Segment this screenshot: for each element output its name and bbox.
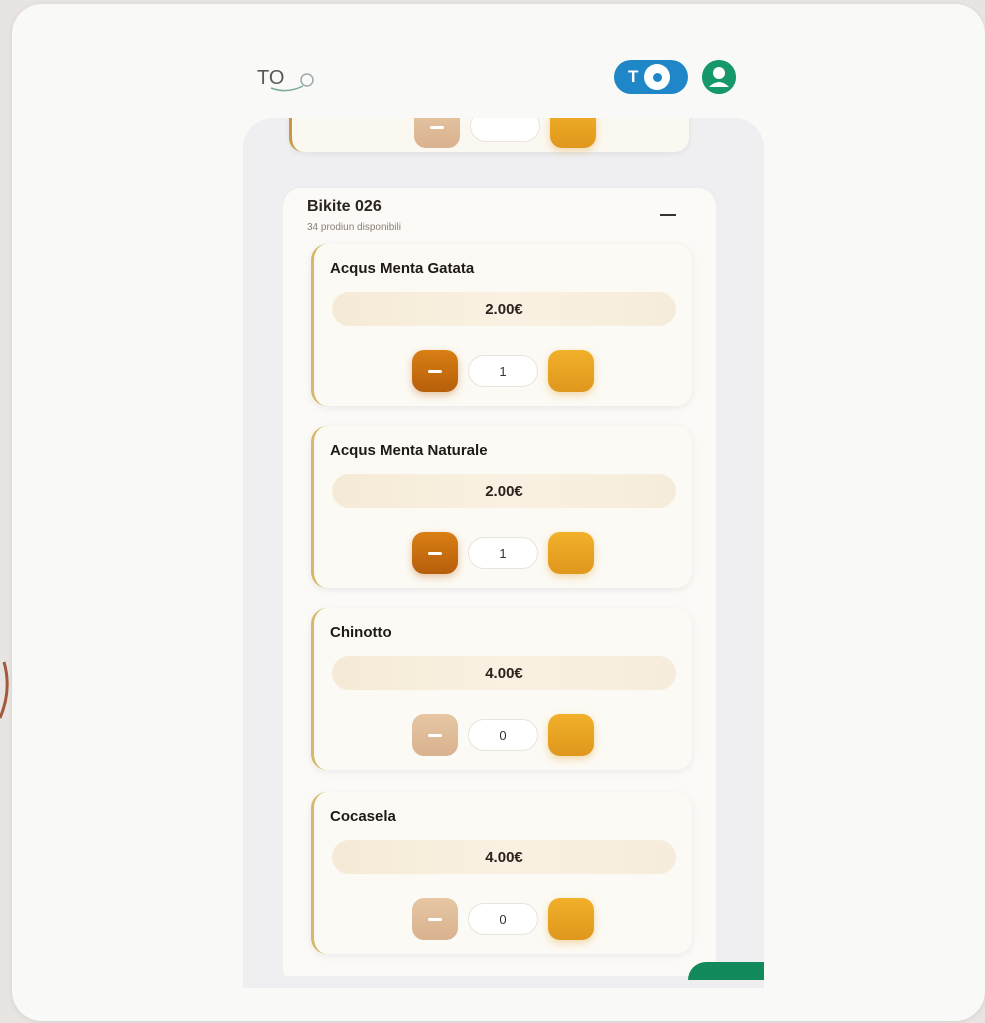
- collapse-icon[interactable]: [660, 214, 676, 216]
- decrement-button[interactable]: [412, 714, 458, 756]
- previous-product-card: [289, 118, 689, 152]
- quantity-stepper: 1: [412, 350, 602, 394]
- product-price: 4.00€: [332, 840, 676, 874]
- product-card: Acqus Menta Gatata 2.00€ 1: [311, 244, 692, 406]
- increment-button[interactable]: [550, 118, 596, 148]
- quantity-value: 0: [468, 903, 538, 935]
- product-card: Cocasela 4.00€ 0: [311, 792, 692, 954]
- minus-icon: [428, 551, 442, 555]
- product-name: Chinotto: [330, 624, 392, 641]
- product-price: 2.00€: [332, 292, 676, 326]
- quantity-value: 0: [468, 719, 538, 751]
- quantity-value: 1: [468, 355, 538, 387]
- mode-toggle[interactable]: T: [614, 60, 688, 94]
- logo[interactable]: TO: [255, 60, 319, 96]
- decrement-button[interactable]: [414, 118, 460, 148]
- product-name: Acqus Menta Gatata: [330, 260, 475, 277]
- quantity-stepper: 1: [412, 532, 602, 576]
- product-name: Acqus Menta Naturale: [330, 442, 488, 459]
- cart-button[interactable]: [688, 962, 764, 980]
- product-list-scroll[interactable]: Bikite 026 34 prodiun disponibili Acqus …: [283, 118, 716, 976]
- category-section: Bikite 026 34 prodiun disponibili Acqus …: [283, 188, 716, 976]
- category-subtitle: 34 prodiun disponibili: [307, 222, 401, 233]
- decrement-button[interactable]: [412, 350, 458, 392]
- product-card: Acqus Menta Naturale 2.00€ 1: [311, 426, 692, 588]
- user-avatar-icon[interactable]: [702, 60, 736, 94]
- product-price: 4.00€: [332, 656, 676, 690]
- toggle-label: T: [628, 67, 639, 86]
- increment-button[interactable]: [548, 350, 594, 392]
- increment-button[interactable]: [548, 714, 594, 756]
- toggle-knob: [644, 64, 671, 90]
- quantity-stepper: 0: [412, 714, 602, 758]
- category-title: Bikite 026: [307, 198, 382, 215]
- logo-text: TO: [257, 67, 284, 89]
- quantity-value: 1: [468, 537, 538, 569]
- decrement-button[interactable]: [412, 532, 458, 574]
- minus-icon: [428, 369, 442, 373]
- quantity-value: [470, 118, 540, 142]
- increment-button[interactable]: [548, 898, 594, 940]
- decrement-button[interactable]: [412, 898, 458, 940]
- product-card: Chinotto 4.00€ 0: [311, 608, 692, 770]
- decorative-curve: [0, 661, 9, 719]
- quantity-stepper: 0: [412, 898, 602, 942]
- increment-button[interactable]: [548, 532, 594, 574]
- phone-screen: Bikite 026 34 prodiun disponibili Acqus …: [243, 118, 764, 988]
- product-price: 2.00€: [332, 474, 676, 508]
- product-name: Cocasela: [330, 808, 396, 825]
- minus-icon: [428, 733, 442, 737]
- minus-icon: [428, 917, 442, 921]
